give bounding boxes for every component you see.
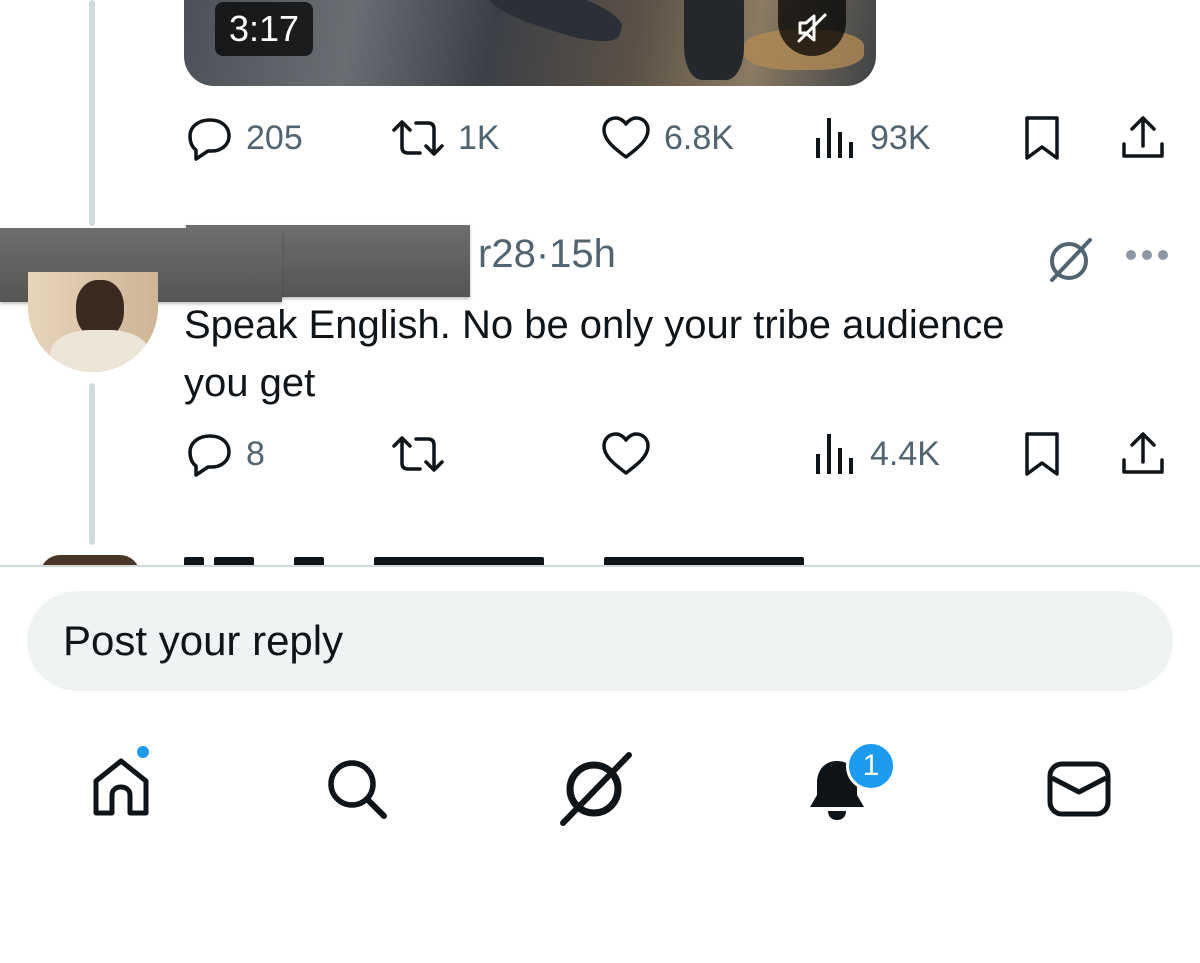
messages-icon <box>1047 761 1111 817</box>
like-button[interactable] <box>600 430 652 478</box>
tweet-text-line-1: Speak English. No be only your tribe aud… <box>184 303 1005 347</box>
views-button[interactable]: 4.4K <box>814 430 940 478</box>
reply-count: 8 <box>246 434 265 473</box>
share-button[interactable] <box>1120 430 1166 478</box>
share-button[interactable] <box>1120 114 1166 162</box>
reply-button[interactable]: 8 <box>186 430 265 478</box>
share-icon <box>1122 432 1164 474</box>
retweet-count: 1K <box>458 118 500 157</box>
user-handle[interactable]: r28 <box>478 232 536 276</box>
bookmark-icon <box>1025 116 1059 160</box>
reply-input[interactable]: Post your reply <box>27 591 1173 691</box>
thread-line-bottom <box>89 383 95 545</box>
notifications-badge: 1 <box>846 741 896 791</box>
meta-separator: · <box>535 232 550 276</box>
heart-icon <box>602 116 650 159</box>
avatar[interactable] <box>28 272 158 372</box>
bookmark-button[interactable] <box>1022 114 1062 162</box>
retweet-button[interactable] <box>390 430 446 478</box>
views-icon <box>816 118 853 158</box>
nav-home[interactable] <box>88 754 154 820</box>
search-icon <box>328 760 387 819</box>
reply-count: 205 <box>246 118 303 157</box>
speaker-muted-icon <box>797 13 827 43</box>
tweet-meta: r28·15h <box>478 232 616 277</box>
retweet-icon <box>392 436 444 472</box>
view-count: 93K <box>870 118 931 157</box>
home-icon <box>93 758 149 816</box>
thread-line-top <box>89 0 95 226</box>
heart-icon <box>602 432 650 475</box>
bookmark-icon <box>1025 432 1059 476</box>
like-button[interactable]: 6.8K <box>600 114 734 162</box>
reply-icon <box>188 434 231 477</box>
nav-search[interactable] <box>322 754 392 824</box>
tweet-time[interactable]: 15h <box>549 232 616 276</box>
more-options-icon[interactable] <box>1126 250 1168 260</box>
view-count: 4.4K <box>870 434 940 473</box>
share-icon <box>1122 116 1164 158</box>
grok-icon[interactable] <box>1046 236 1096 284</box>
nav-grok[interactable] <box>556 748 636 828</box>
tweet-text-line-2: you get <box>184 361 316 405</box>
tweet-text: Speak English. No be only your tribe aud… <box>184 296 1144 412</box>
bookmark-button[interactable] <box>1022 430 1062 478</box>
retweet-icon <box>392 120 444 156</box>
retweet-button[interactable]: 1K <box>390 114 500 162</box>
reply-icon <box>188 118 231 161</box>
nav-messages[interactable] <box>1044 758 1114 820</box>
like-count: 6.8K <box>664 118 734 157</box>
grok-icon <box>560 752 632 826</box>
video-duration: 3:17 <box>215 2 314 56</box>
views-button[interactable]: 93K <box>814 114 931 162</box>
home-unread-dot <box>134 743 152 761</box>
views-icon <box>816 434 853 474</box>
reply-button[interactable]: 205 <box>186 114 303 162</box>
